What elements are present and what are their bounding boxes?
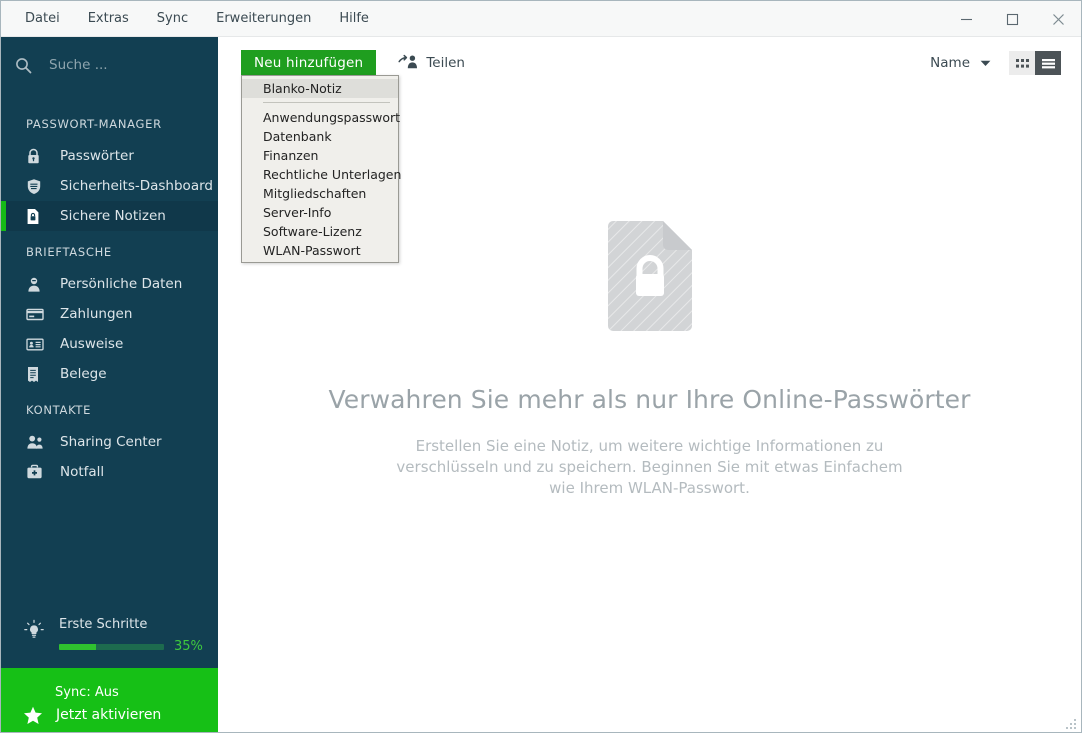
sidebar-item-ausweise[interactable]: Ausweise — [1, 329, 218, 359]
sidebar-nav: PASSWORT-MANAGER Passwörter Sicherheits-… — [1, 93, 218, 601]
person-icon — [26, 276, 48, 293]
shield-icon — [26, 178, 48, 195]
sidebar-item-sichere-notizen[interactable]: Sichere Notizen — [1, 201, 218, 231]
lightbulb-icon — [23, 617, 49, 645]
dropdown-item-wlan-passwort[interactable]: WLAN-Passwort — [242, 241, 398, 260]
share-button[interactable]: Teilen — [398, 54, 465, 73]
dropdown-separator — [263, 102, 390, 103]
app-window: Datei Extras Sync Erweiterungen Hilfe Su… — [0, 0, 1082, 733]
sidebar-item-label: Sicherheits-Dashboard — [60, 178, 213, 194]
sidebar-item-notfall[interactable]: Notfall — [1, 457, 218, 487]
first-aid-kit-icon — [26, 464, 48, 480]
sidebar-item-personliche-daten[interactable]: Persönliche Daten — [1, 269, 218, 299]
maximize-button[interactable] — [989, 1, 1035, 37]
dropdown-item-finanzen[interactable]: Finanzen — [242, 146, 398, 165]
lock-icon — [26, 148, 48, 165]
share-person-icon — [398, 54, 418, 73]
add-new-dropdown-menu[interactable]: Blanko-Notiz Anwendungspasswort Datenban… — [241, 75, 401, 263]
grid-view-button[interactable] — [1009, 51, 1035, 75]
menu-erweiterungen[interactable]: Erweiterungen — [202, 1, 325, 37]
menu-bar: Datei Extras Sync Erweiterungen Hilfe — [1, 1, 383, 36]
sidebar-section-kontakte: KONTAKTE — [26, 403, 92, 417]
progress-bar-fill — [59, 643, 96, 650]
empty-state-title: Verwahren Sie mehr als nur Ihre Online-P… — [328, 385, 971, 414]
dropdown-item-rechtliche-unterlagen[interactable]: Rechtliche Unterlagen — [242, 165, 401, 184]
share-button-label: Teilen — [426, 55, 465, 71]
sort-dropdown-label: Name — [930, 55, 970, 71]
receipt-icon — [26, 366, 48, 383]
id-card-icon — [26, 337, 48, 352]
sort-dropdown[interactable]: Name — [930, 55, 991, 71]
search-bar[interactable] — [1, 37, 218, 93]
getting-started-body: Erste Schritte 35% — [59, 617, 204, 654]
sidebar-section-passwort-manager: PASSWORT-MANAGER — [26, 117, 162, 131]
search-icon — [15, 57, 37, 74]
getting-started-progress-row: 35% — [59, 639, 204, 654]
search-input[interactable] — [49, 57, 189, 73]
menu-hilfe[interactable]: Hilfe — [325, 1, 383, 37]
close-button[interactable] — [1035, 1, 1081, 37]
sidebar-item-belege[interactable]: Belege — [1, 359, 218, 389]
sidebar-item-zahlungen[interactable]: Zahlungen — [1, 299, 218, 329]
dropdown-item-software-lizenz[interactable]: Software-Lizenz — [242, 222, 398, 241]
sidebar-item-label: Notfall — [60, 464, 105, 480]
progress-bar-track — [59, 643, 164, 650]
star-icon — [23, 706, 47, 725]
sidebar-item-label: Zahlungen — [60, 306, 133, 322]
chevron-down-icon — [980, 60, 991, 67]
people-icon — [26, 434, 48, 450]
dropdown-item-anwendungspasswort[interactable]: Anwendungspasswort — [242, 108, 400, 127]
sidebar: PASSWORT-MANAGER Passwörter — [1, 37, 218, 732]
dropdown-item-server-info[interactable]: Server-Info — [242, 203, 398, 222]
sync-footer[interactable]: Sync: Aus Jetzt aktivieren — [1, 668, 218, 732]
dropdown-item-blanko-notiz[interactable]: Blanko-Notiz — [242, 79, 398, 98]
sidebar-item-label: Passwörter — [60, 148, 134, 164]
sidebar-section-brieftasche: BRIEFTASCHE — [26, 245, 112, 259]
sync-status-label: Sync: Aus — [55, 684, 119, 700]
sidebar-item-label: Persönliche Daten — [60, 276, 183, 292]
getting-started-label: Erste Schritte — [59, 617, 148, 632]
empty-state-subtitle: Erstellen Sie eine Notiz, um weitere wic… — [396, 437, 903, 497]
window-controls — [943, 1, 1081, 36]
sidebar-item-sicherheits-dashboard[interactable]: Sicherheits-Dashboard — [1, 171, 218, 201]
dropdown-item-mitgliedschaften[interactable]: Mitgliedschaften — [242, 184, 398, 203]
sidebar-item-label: Sharing Center — [60, 434, 162, 450]
window-body: PASSWORT-MANAGER Passwörter — [1, 37, 1081, 732]
sidebar-item-label: Ausweise — [60, 336, 124, 352]
menu-datei[interactable]: Datei — [11, 1, 74, 37]
titlebar-drag-area — [383, 1, 943, 36]
sync-activate-row[interactable]: Jetzt aktivieren — [1, 706, 218, 725]
minimize-button[interactable] — [943, 1, 989, 37]
sidebar-item-passworter[interactable]: Passwörter — [1, 141, 218, 171]
getting-started-panel[interactable]: Erste Schritte 35% — [1, 601, 218, 668]
resize-grip[interactable] — [1065, 716, 1078, 729]
sidebar-item-sharing-center[interactable]: Sharing Center — [1, 427, 218, 457]
progress-percent-label: 35% — [174, 639, 203, 654]
title-bar: Datei Extras Sync Erweiterungen Hilfe — [1, 1, 1081, 37]
add-new-button[interactable]: Neu hinzufügen — [241, 50, 377, 76]
dropdown-item-datenbank[interactable]: Datenbank — [242, 127, 398, 146]
menu-extras[interactable]: Extras — [74, 1, 143, 37]
menu-sync[interactable]: Sync — [143, 1, 202, 37]
secure-note-icon — [26, 208, 48, 225]
list-view-button[interactable] — [1035, 51, 1061, 75]
sync-activate-label: Jetzt aktivieren — [56, 707, 162, 723]
credit-card-icon — [26, 307, 48, 322]
sidebar-item-label: Sichere Notizen — [60, 208, 166, 224]
view-toggle-group — [1009, 51, 1061, 75]
secure-note-large-icon — [605, 219, 695, 337]
sidebar-item-label: Belege — [60, 366, 107, 382]
